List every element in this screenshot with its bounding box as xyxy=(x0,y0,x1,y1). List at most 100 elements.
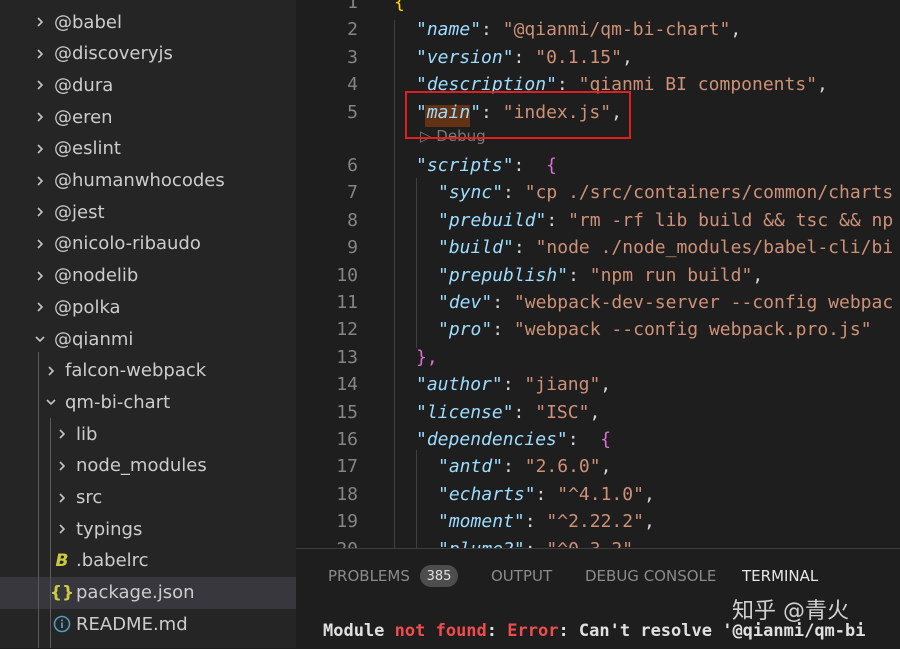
folder-item[interactable]: @babel xyxy=(0,6,296,38)
line-number: 12 xyxy=(336,319,358,341)
line-number: 8 xyxy=(347,209,358,231)
line-number: 10 xyxy=(336,264,358,286)
tab-terminal[interactable]: TERMINAL xyxy=(742,567,818,585)
code-editor[interactable]: 1234567891011121314151617181920{"name": … xyxy=(296,0,900,548)
folder-item[interactable]: @nodelib xyxy=(0,260,296,292)
chevron-right-icon[interactable] xyxy=(30,15,50,29)
code-line: "antd": "2.6.0", xyxy=(438,456,612,478)
babel-file-icon: B xyxy=(55,550,69,571)
folder-item[interactable]: typings xyxy=(0,513,296,545)
json-value: webpack-dev-server --config webpac xyxy=(524,292,894,313)
json-file-icon: {} xyxy=(49,582,75,603)
tree-item-label: package.json xyxy=(76,582,195,604)
explorer-sidebar: @babel @discoveryjs @dura @eren @eslint @huma… xyxy=(0,0,296,648)
json-key: moment xyxy=(448,511,514,533)
folder-item[interactable]: @polka xyxy=(0,291,296,323)
chevron-right-icon[interactable] xyxy=(52,427,72,441)
json-key: plume2 xyxy=(449,539,514,548)
chevron-right-icon[interactable] xyxy=(30,300,50,314)
folder-item[interactable]: @qianmi xyxy=(0,323,296,355)
line-number: 13 xyxy=(336,346,358,368)
json-key: scripts xyxy=(426,155,503,176)
folder-item[interactable]: qm-bi-chart xyxy=(0,386,296,418)
tab-output[interactable]: OUTPUT xyxy=(491,567,552,585)
chevron-right-icon[interactable] xyxy=(52,459,72,473)
bottom-panel: PROBLEMS 385 OUTPUT DEBUG CONSOLE TERMIN… xyxy=(296,548,900,649)
json-value: @qianmi/qm-bi-chart xyxy=(513,19,720,41)
folder-item[interactable]: src xyxy=(0,482,296,514)
code-line: "moment": "^2.22.2", xyxy=(438,511,655,533)
tree-item-label: README.md xyxy=(76,613,188,635)
line-number: 9 xyxy=(347,237,358,259)
json-value: npm run build xyxy=(600,264,742,286)
line-number: 20 xyxy=(296,539,358,548)
line-number: 11 xyxy=(336,292,358,313)
json-value: 0.1.15 xyxy=(546,46,612,68)
line-number: 6 xyxy=(347,155,358,176)
folder-item[interactable]: @dura xyxy=(0,69,296,101)
chevron-right-icon[interactable] xyxy=(30,237,50,251)
terminal-output-line: Module not found: Error: Can't resolve '… xyxy=(323,621,866,641)
folder-item[interactable]: @humanwhocodes xyxy=(0,165,296,197)
json-value: 2.6.0 xyxy=(535,456,590,478)
tree-item-label: @nicolo-ribaudo xyxy=(54,233,201,255)
tree-item-label: .babelrc xyxy=(76,550,149,572)
file-item[interactable]: README.md xyxy=(0,608,296,640)
file-item[interactable]: B .babelrc xyxy=(0,545,296,577)
tree-item-label: qm-bi-chart xyxy=(65,391,171,413)
tree-item-label: @jest xyxy=(54,201,105,223)
code-token: , xyxy=(600,456,612,478)
tree-item-label: @dura xyxy=(54,74,114,96)
folder-item[interactable]: @discoveryjs xyxy=(0,38,296,70)
chevron-right-icon[interactable] xyxy=(30,269,50,283)
folder-item[interactable]: @jest xyxy=(0,196,296,228)
chevron-right-icon[interactable] xyxy=(30,110,50,124)
json-value: ISC xyxy=(546,401,579,423)
folder-item[interactable]: falcon-webpack xyxy=(0,355,296,387)
chevron-right-icon[interactable] xyxy=(52,491,72,505)
code-line: "pro": "webpack --config webpack.pro.js" xyxy=(438,319,872,341)
file-item[interactable]: {} package.json xyxy=(0,576,296,609)
line-number: 19 xyxy=(336,511,358,533)
code-line: "version": "0.1.15", xyxy=(416,46,633,68)
json-value: ^4.1.0 xyxy=(568,483,634,505)
tree-item-label: typings xyxy=(76,518,143,540)
folder-item[interactable]: lib xyxy=(0,418,296,450)
code-token: , xyxy=(730,19,742,41)
folder-item[interactable]: @eren xyxy=(0,101,296,133)
json-key: dev xyxy=(448,292,482,313)
json-value: node ./node_modules/babel-cli/bi xyxy=(546,237,894,259)
json-value: cp ./src/containers/common/charts xyxy=(535,182,894,204)
json-key: dependencies xyxy=(426,429,557,450)
json-key: license xyxy=(426,401,503,423)
code-line: "sync": "cp ./src/containers/common/char… xyxy=(438,182,894,204)
chevron-right-icon[interactable] xyxy=(52,522,72,536)
chevron-down-icon[interactable] xyxy=(41,395,61,409)
line-number: 16 xyxy=(336,429,358,450)
tree-indent-guide xyxy=(38,352,39,648)
indent-guide xyxy=(416,178,417,348)
line-number: 15 xyxy=(336,401,358,423)
chevron-right-icon[interactable] xyxy=(30,47,50,61)
code-line: "dev": "webpack-dev-server --config webp… xyxy=(438,292,894,313)
chevron-right-icon[interactable] xyxy=(41,364,61,378)
code-line: "prebuild": "rm -rf lib build && tsc && … xyxy=(438,209,894,231)
code-line: "license": "ISC", xyxy=(416,401,601,423)
folder-item[interactable]: @eslint xyxy=(0,133,296,165)
indent-guide xyxy=(394,20,395,548)
terminal-text: : Can't resolve '@qianmi/qm-bi xyxy=(558,621,866,641)
tab-debug-console[interactable]: DEBUG CONSOLE xyxy=(585,567,716,585)
chevron-down-icon[interactable] xyxy=(30,332,50,346)
tree-item-label: @eslint xyxy=(54,138,121,160)
folder-item[interactable]: @nicolo-ribaudo xyxy=(0,228,296,260)
tree-item-label: @polka xyxy=(54,296,121,318)
folder-item[interactable]: node_modules xyxy=(0,450,296,482)
chevron-right-icon[interactable] xyxy=(30,78,50,92)
tab-problems[interactable]: PROBLEMS xyxy=(328,567,410,585)
json-key: prebuild xyxy=(448,209,536,231)
code-token: }, xyxy=(416,346,438,368)
chevron-right-icon[interactable] xyxy=(30,205,50,219)
chevron-right-icon[interactable] xyxy=(30,142,50,156)
chevron-right-icon[interactable] xyxy=(30,174,50,188)
json-value: jiang xyxy=(535,374,590,396)
